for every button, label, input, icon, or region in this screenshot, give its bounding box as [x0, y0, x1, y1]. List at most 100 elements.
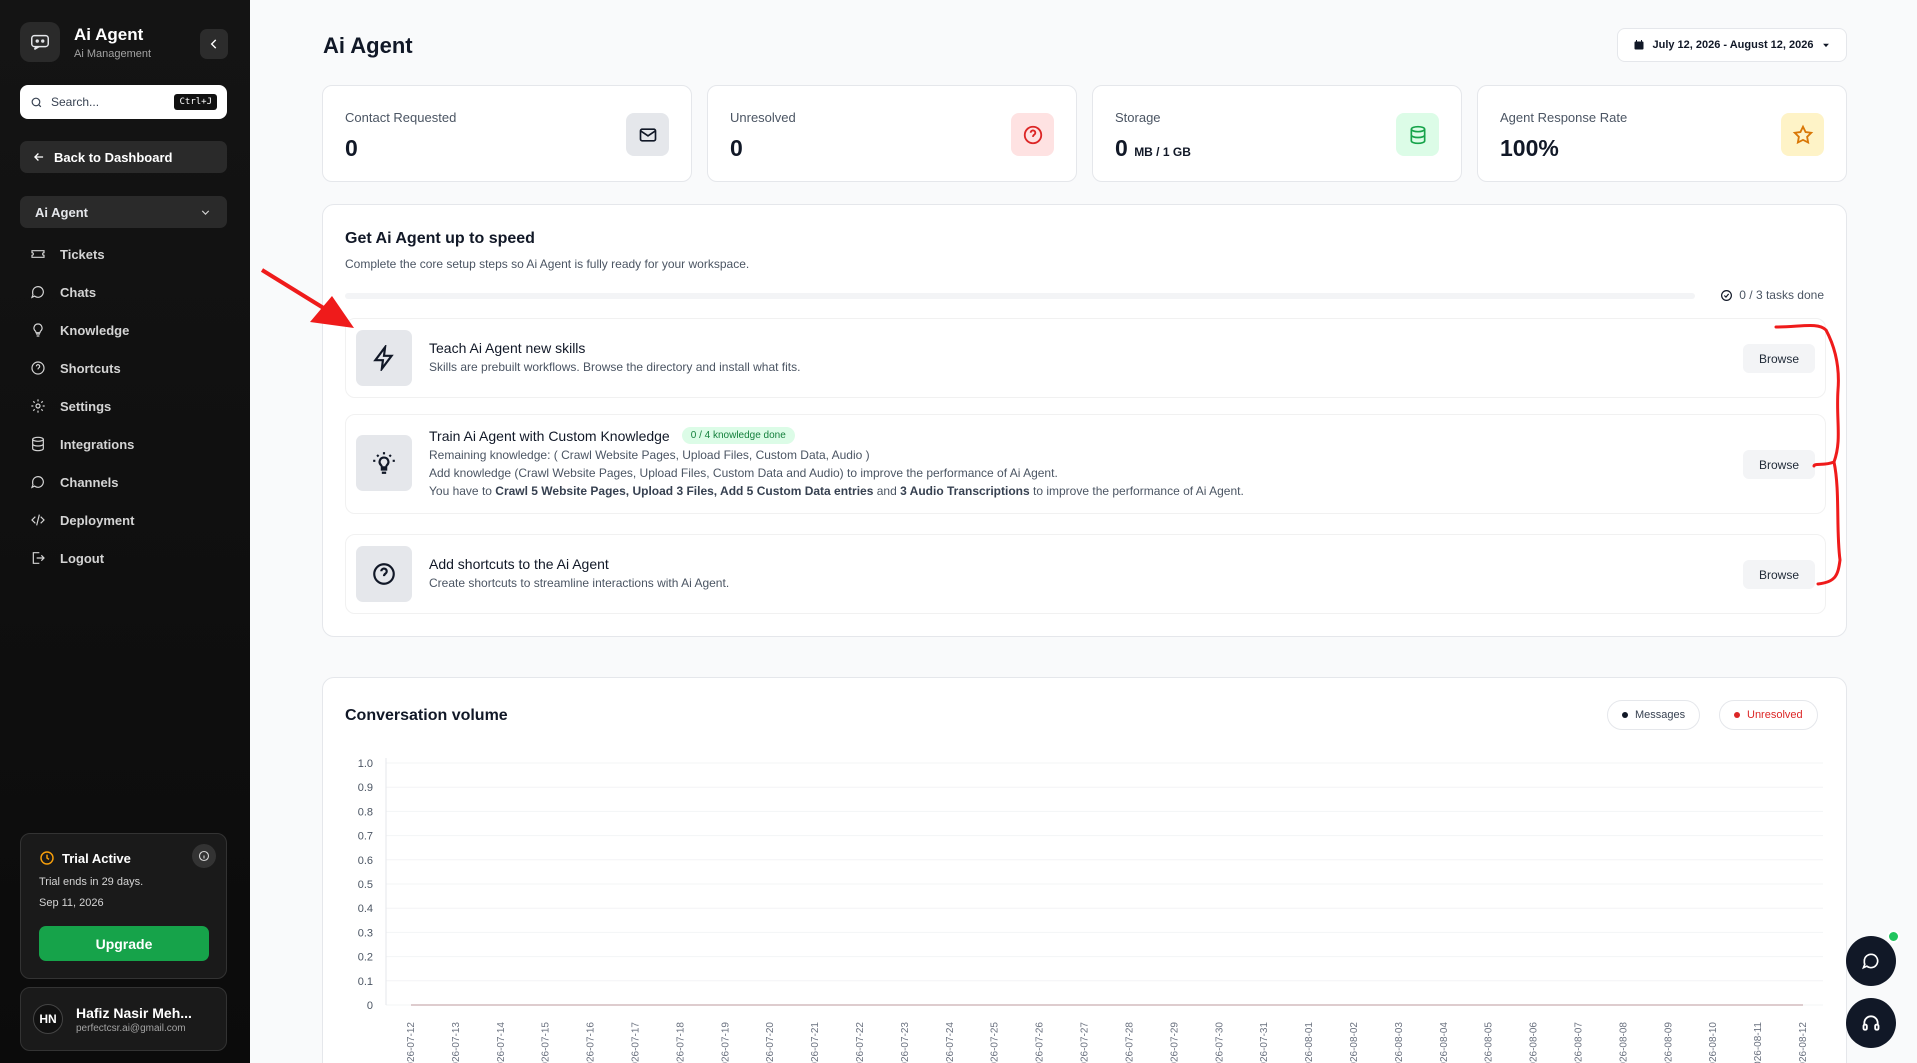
legend-dot: [1734, 712, 1740, 718]
stat-icon-box: [1396, 113, 1439, 156]
x-tick-label: 2026-07-27: [1080, 1022, 1091, 1063]
stat-icon-box: [626, 113, 669, 156]
x-tick-label: 2026-07-15: [541, 1022, 552, 1063]
sidebar-item-label: Chats: [60, 284, 97, 300]
x-tick-label: 2026-07-12: [406, 1022, 417, 1063]
sidebar-item-chats[interactable]: Chats: [30, 273, 225, 311]
help-circle-icon: [31, 361, 45, 375]
stat-card-contact-requested: Contact Requested 0: [322, 85, 692, 182]
sidebar-item-label: Shortcuts: [60, 360, 121, 376]
y-tick-label: 0.6: [358, 855, 373, 867]
search-input[interactable]: Search... Ctrl+J: [20, 85, 227, 119]
chat-icon: [30, 286, 44, 299]
chart-title: Conversation volume: [345, 707, 508, 724]
stat-value-number: 0: [1115, 135, 1128, 161]
req-suffix: to improve the performance of Ai Agent.: [1029, 484, 1244, 498]
sidebar-item-label: Tickets: [60, 246, 105, 262]
x-tick-label: 2026-07-20: [765, 1022, 776, 1063]
x-tick-label: 2026-08-01: [1304, 1022, 1315, 1063]
avatar: HN: [33, 1004, 63, 1034]
x-tick-label: 2026-07-16: [586, 1022, 597, 1063]
x-tick-label: 2026-07-13: [451, 1022, 462, 1063]
back-to-dashboard-button[interactable]: Back to Dashboard: [20, 141, 227, 173]
sidebar-item-tickets[interactable]: Tickets: [30, 235, 225, 273]
chevron-down-icon: [201, 209, 210, 215]
bulb-icon: [33, 323, 43, 337]
sidebar-item-channels[interactable]: Channels: [30, 463, 225, 501]
back-to-dashboard-label: Back to Dashboard: [54, 149, 173, 165]
y-tick-label: 0.1: [358, 976, 373, 988]
info-icon: [198, 850, 210, 862]
brand-subtitle: Ai Management: [74, 47, 152, 60]
brand: Ai Agent Ai Management: [20, 22, 230, 62]
sidebar-item-shortcuts[interactable]: Shortcuts: [30, 349, 225, 387]
sidebar-item-logout[interactable]: Logout: [30, 539, 225, 577]
agent-logo-icon: [20, 22, 60, 62]
search-placeholder: Search...: [51, 95, 100, 109]
stat-label: Agent Response Rate: [1500, 110, 1628, 125]
sidebar-item-knowledge[interactable]: Knowledge: [30, 311, 225, 349]
task-description: Create shortcuts to streamline interacti…: [429, 576, 730, 590]
trial-info-button[interactable]: [192, 844, 216, 868]
legend-label: Unresolved: [1747, 709, 1803, 721]
req-items: Crawl 5 Website Pages, Upload 3 Files, A…: [495, 484, 874, 498]
clock-icon: [40, 851, 54, 865]
x-tick-label: 2026-07-19: [720, 1022, 731, 1063]
y-tick-label: 0: [367, 1000, 373, 1012]
x-tick-label: 2026-07-26: [1035, 1022, 1046, 1063]
x-tick-label: 2026-08-04: [1439, 1022, 1450, 1063]
y-tick-label: 0.5: [358, 879, 373, 891]
support-button[interactable]: [1846, 998, 1896, 1048]
database-icon: [1410, 125, 1425, 144]
task-icon-box: [356, 330, 412, 386]
req-and: and: [873, 484, 901, 498]
sidebar-item-settings[interactable]: Settings: [30, 387, 225, 425]
sidebar-item-label: Channels: [60, 474, 119, 490]
req-audio: 3 Audio Transcriptions: [900, 484, 1030, 498]
help-circle-icon: [373, 563, 395, 585]
stat-card-storage: Storage 0 MB / 1 GB: [1092, 85, 1462, 182]
search-shortcut: Ctrl+J: [174, 94, 217, 110]
chevron-left-icon: [210, 39, 217, 49]
date-range-picker[interactable]: July 12, 2026 - August 12, 2026: [1617, 28, 1847, 62]
legend-label: Messages: [1635, 709, 1686, 721]
brand-title: Ai Agent: [74, 24, 144, 44]
browse-knowledge-button[interactable]: Browse: [1743, 450, 1815, 479]
setup-title: Get Ai Agent up to speed: [345, 230, 535, 247]
sidebar-item-integrations[interactable]: Integrations: [30, 425, 225, 463]
legend-messages[interactable]: Messages: [1607, 700, 1701, 730]
chat-bubble-icon: [30, 476, 44, 489]
browse-shortcuts-button[interactable]: Browse: [1743, 560, 1815, 589]
trial-card: Trial Active Trial ends in 29 days. Sep …: [20, 833, 227, 979]
task-train-knowledge: Train Ai Agent with Custom Knowledge 0 / …: [345, 414, 1826, 514]
y-tick-label: 0.9: [358, 782, 373, 794]
setup-card: Get Ai Agent up to speed Complete the co…: [322, 204, 1847, 637]
legend-unresolved[interactable]: Unresolved: [1719, 700, 1818, 730]
lightning-icon: [373, 345, 394, 371]
nav-group-ai-agent[interactable]: Ai Agent: [20, 196, 227, 228]
conversation-volume-card: 0 0.1 0.2 0.3 0.4 0.5 0.6 0.7 0.8 0.9 1.0 2026-07-1…: [322, 677, 1847, 1063]
stat-icon-box: [1781, 113, 1824, 156]
code-icon: [31, 514, 45, 526]
setup-progress-bar: [345, 293, 1695, 299]
sidebar-item-label: Knowledge: [60, 322, 130, 338]
task-icon-box: [356, 435, 412, 491]
sidebar-item-deployment[interactable]: Deployment: [30, 501, 225, 539]
browse-skills-button[interactable]: Browse: [1743, 344, 1815, 373]
trial-date: Sep 11, 2026: [39, 897, 104, 909]
trial-ends-text: Trial ends in 29 days.: [39, 876, 144, 888]
chat-widget-button[interactable]: [1846, 936, 1896, 986]
upgrade-button[interactable]: Upgrade: [39, 926, 209, 961]
sidebar-item-label: Logout: [60, 550, 105, 566]
headset-icon: [1862, 1015, 1880, 1031]
task-add-shortcuts: Add shortcuts to the Ai Agent Create sho…: [345, 534, 1826, 614]
check-circle-icon: [1721, 289, 1733, 301]
sidebar-item-label: Settings: [60, 398, 112, 414]
x-tick-label: 2026-07-30: [1214, 1022, 1225, 1063]
task-title: Add shortcuts to the Ai Agent: [429, 556, 609, 572]
stat-icon-box: [1011, 113, 1054, 156]
user-profile[interactable]: HN Hafiz Nasir Meh... perfectcsr.ai@gmai…: [20, 987, 227, 1051]
collapse-sidebar-button[interactable]: [200, 29, 228, 59]
mail-icon: [639, 127, 656, 142]
stat-label: Unresolved: [730, 110, 796, 125]
